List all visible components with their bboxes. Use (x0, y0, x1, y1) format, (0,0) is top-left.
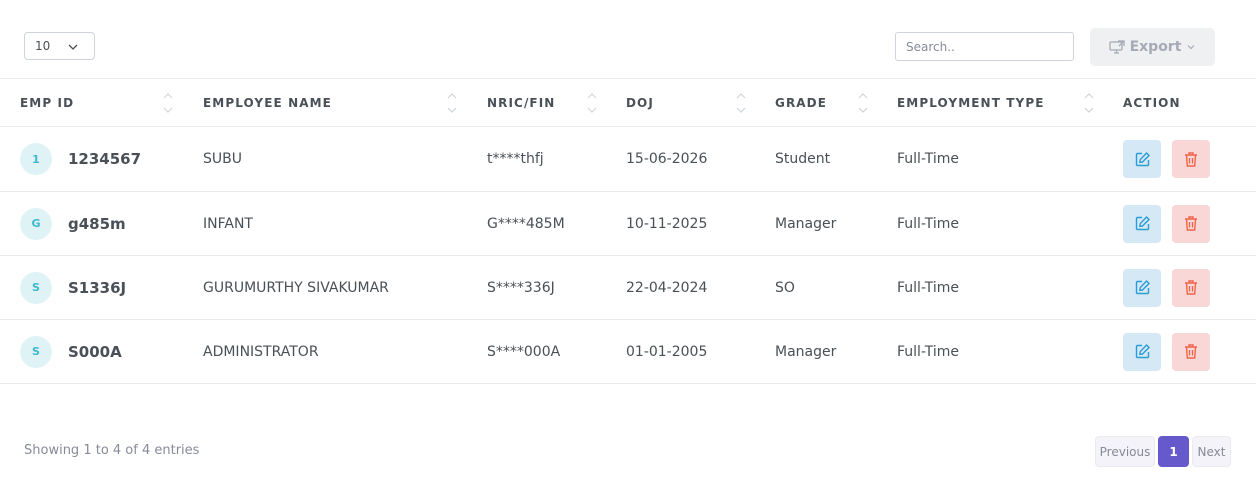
emp-id-cell: 1 1234567 (0, 126, 183, 192)
employee-name: ADMINISTRATOR (183, 319, 467, 384)
edit-button[interactable] (1123, 268, 1161, 307)
pagination-next[interactable]: Next (1192, 436, 1231, 467)
emp-id-cell: S S000A (0, 319, 183, 384)
chevron-down-icon (1187, 45, 1195, 50)
edit-button[interactable] (1123, 140, 1161, 178)
nric-value: G****485M (467, 191, 606, 256)
pagination-previous[interactable]: Previous (1095, 436, 1155, 467)
grade-value: SO (755, 255, 877, 320)
grade-value: Manager (755, 319, 877, 384)
column-header-grade[interactable]: GRADE (755, 78, 877, 127)
column-header-nric[interactable]: NRIC/FIN (467, 78, 606, 127)
header-label: EMP ID (20, 95, 75, 110)
page-size-select[interactable]: 10 (24, 32, 95, 60)
emp-id-cell: S S1336J (0, 255, 183, 320)
action-cell (1103, 126, 1256, 192)
emp-id[interactable]: S1336J (68, 279, 126, 297)
employee-table: EMP ID EMPLOYEE NAME NRIC/FIN DOJ GRADE … (0, 78, 1256, 384)
sort-icon (858, 93, 868, 113)
column-header-emp-id[interactable]: EMP ID (0, 78, 183, 127)
header-label: EMPLOYEE NAME (203, 95, 332, 110)
action-cell (1103, 191, 1256, 256)
table-row: G g485m INFANT G****485M 10-11-2025 Mana… (0, 191, 1256, 256)
header-label: NRIC/FIN (487, 95, 556, 110)
doj-value: 10-11-2025 (606, 191, 755, 256)
employment-type-value: Full-Time (877, 255, 1103, 320)
table-row: 1 1234567 SUBU t****thfj 15-06-2026 Stud… (0, 126, 1256, 192)
employment-type-value: Full-Time (877, 126, 1103, 192)
pagination-info: Showing 1 to 4 of 4 entries (24, 443, 200, 458)
sort-icon (587, 93, 597, 113)
delete-button[interactable] (1172, 268, 1210, 307)
column-header-employee-name[interactable]: EMPLOYEE NAME (183, 78, 467, 127)
doj-value: 15-06-2026 (606, 126, 755, 192)
sort-icon (447, 93, 457, 113)
table-row: S S000A ADMINISTRATOR S****000A 01-01-20… (0, 319, 1256, 384)
edit-icon (1135, 151, 1150, 166)
pagination-page-1[interactable]: 1 (1158, 436, 1189, 467)
sort-icon (163, 93, 173, 113)
doj-value: 01-01-2005 (606, 319, 755, 384)
trash-icon (1185, 280, 1197, 295)
export-button[interactable]: Export (1090, 28, 1215, 66)
trash-icon (1185, 344, 1197, 359)
edit-icon (1135, 280, 1150, 295)
page-size-value: 10 (35, 39, 51, 53)
avatar: S (20, 271, 52, 304)
column-header-action: ACTION (1103, 78, 1256, 127)
employment-type-value: Full-Time (877, 191, 1103, 256)
column-header-employment-type[interactable]: EMPLOYMENT TYPE (877, 78, 1103, 127)
export-icon (1108, 40, 1125, 54)
delete-button[interactable] (1172, 332, 1210, 371)
emp-id[interactable]: S000A (68, 343, 122, 361)
header-label: GRADE (775, 95, 828, 110)
export-label: Export (1129, 39, 1182, 55)
delete-button[interactable] (1172, 204, 1210, 243)
edit-button[interactable] (1123, 204, 1161, 243)
edit-icon (1135, 216, 1150, 231)
avatar: 1 (20, 143, 52, 175)
employee-name: SUBU (183, 126, 467, 192)
nric-value: S****336J (467, 255, 606, 320)
header-label: EMPLOYMENT TYPE (897, 95, 1045, 110)
nric-value: t****thfj (467, 126, 606, 192)
header-label: ACTION (1123, 95, 1181, 110)
sort-icon (1084, 93, 1094, 113)
grade-value: Manager (755, 191, 877, 256)
edit-button[interactable] (1123, 332, 1161, 371)
avatar: G (20, 207, 52, 240)
action-cell (1103, 319, 1256, 384)
trash-icon (1185, 151, 1197, 167)
grade-value: Student (755, 126, 877, 192)
table-row: S S1336J GURUMURTHY SIVAKUMAR S****336J … (0, 255, 1256, 320)
employment-type-value: Full-Time (877, 319, 1103, 384)
action-cell (1103, 255, 1256, 320)
emp-id[interactable]: g485m (68, 215, 126, 233)
sort-icon (736, 93, 746, 113)
search-input[interactable] (895, 32, 1074, 61)
header-label: DOJ (626, 95, 654, 110)
employee-name: GURUMURTHY SIVAKUMAR (183, 255, 467, 320)
table-toolbar: 10 Export (0, 0, 1256, 78)
trash-icon (1185, 216, 1197, 231)
edit-icon (1135, 344, 1150, 359)
table-header-row: EMP ID EMPLOYEE NAME NRIC/FIN DOJ GRADE … (0, 78, 1256, 127)
doj-value: 22-04-2024 (606, 255, 755, 320)
emp-id[interactable]: 1234567 (68, 150, 141, 168)
column-header-doj[interactable]: DOJ (606, 78, 755, 127)
employee-name: INFANT (183, 191, 467, 256)
chevron-down-icon (68, 44, 78, 50)
nric-value: S****000A (467, 319, 606, 384)
delete-button[interactable] (1172, 140, 1210, 178)
avatar: S (20, 335, 52, 368)
emp-id-cell: G g485m (0, 191, 183, 256)
